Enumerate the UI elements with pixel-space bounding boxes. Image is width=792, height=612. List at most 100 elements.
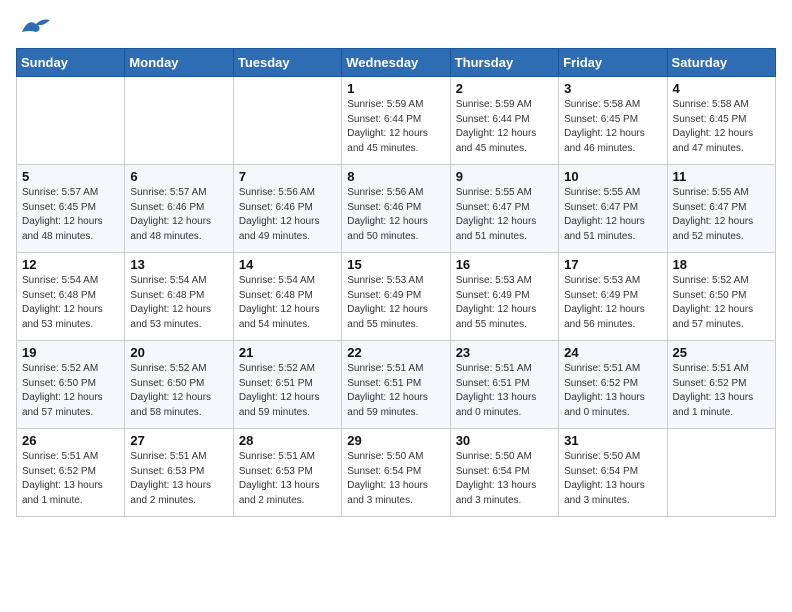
day-info: Sunrise: 5:52 AMSunset: 6:50 PMDaylight:… [22, 362, 119, 420]
calendar-cell: 29 Sunrise: 5:50 AMSunset: 6:54 PMDayligh… [342, 429, 450, 517]
day-number: 7 [239, 169, 336, 184]
day-number: 15 [347, 257, 444, 272]
day-info: Sunrise: 5:53 AMSunset: 6:49 PMDaylight:… [347, 274, 444, 332]
calendar-cell: 18 Sunrise: 5:52 AMSunset: 6:50 PMDayligh… [667, 253, 775, 341]
calendar-cell: 2 Sunrise: 5:59 AMSunset: 6:44 PMDaylight… [450, 77, 558, 165]
calendar-table: SundayMondayTuesdayWednesdayThursdayFrid… [16, 48, 776, 517]
day-info: Sunrise: 5:51 AMSunset: 6:51 PMDaylight:… [456, 362, 553, 420]
day-info: Sunrise: 5:54 AMSunset: 6:48 PMDaylight:… [22, 274, 119, 332]
calendar-cell [233, 77, 341, 165]
day-info: Sunrise: 5:55 AMSunset: 6:47 PMDaylight:… [564, 186, 661, 244]
calendar-cell [17, 77, 125, 165]
calendar-week-row: 26 Sunrise: 5:51 AMSunset: 6:52 PMDayligh… [17, 429, 776, 517]
day-number: 5 [22, 169, 119, 184]
calendar-cell: 14 Sunrise: 5:54 AMSunset: 6:48 PMDayligh… [233, 253, 341, 341]
day-number: 27 [130, 433, 227, 448]
calendar-cell: 27 Sunrise: 5:51 AMSunset: 6:53 PMDayligh… [125, 429, 233, 517]
day-number: 30 [456, 433, 553, 448]
calendar-cell: 1Sunrise: 5:59 AMSunset: 6:44 PMDaylight… [342, 77, 450, 165]
day-number: 4 [673, 81, 770, 96]
day-info: Sunrise: 5:59 AMSunset: 6:44 PMDaylight:… [456, 98, 553, 156]
calendar-cell: 11 Sunrise: 5:55 AMSunset: 6:47 PMDayligh… [667, 165, 775, 253]
day-number: 8 [347, 169, 444, 184]
calendar-cell: 25 Sunrise: 5:51 AMSunset: 6:52 PMDayligh… [667, 341, 775, 429]
calendar-week-row: 1Sunrise: 5:59 AMSunset: 6:44 PMDaylight… [17, 77, 776, 165]
day-info: Sunrise: 5:50 AMSunset: 6:54 PMDaylight:… [456, 450, 553, 508]
logo-bird-icon [20, 16, 52, 36]
day-number: 20 [130, 345, 227, 360]
day-number: 24 [564, 345, 661, 360]
day-number: 23 [456, 345, 553, 360]
day-info: Sunrise: 5:57 AMSunset: 6:45 PMDaylight:… [22, 186, 119, 244]
page-header [16, 16, 776, 36]
day-info: Sunrise: 5:55 AMSunset: 6:47 PMDaylight:… [673, 186, 770, 244]
calendar-cell: 21Sunrise: 5:52 AMSunset: 6:51 PMDayligh… [233, 341, 341, 429]
day-number: 31 [564, 433, 661, 448]
day-number: 11 [673, 169, 770, 184]
calendar-cell: 13Sunrise: 5:54 AMSunset: 6:48 PMDayligh… [125, 253, 233, 341]
day-number: 29 [347, 433, 444, 448]
day-number: 10 [564, 169, 661, 184]
calendar-day-header: Friday [559, 49, 667, 77]
day-number: 26 [22, 433, 119, 448]
calendar-week-row: 12 Sunrise: 5:54 AMSunset: 6:48 PMDayligh… [17, 253, 776, 341]
calendar-cell: 23 Sunrise: 5:51 AMSunset: 6:51 PMDayligh… [450, 341, 558, 429]
day-info: Sunrise: 5:53 AMSunset: 6:49 PMDaylight:… [456, 274, 553, 332]
day-info: Sunrise: 5:51 AMSunset: 6:52 PMDaylight:… [673, 362, 770, 420]
day-number: 18 [673, 257, 770, 272]
calendar-day-header: Tuesday [233, 49, 341, 77]
calendar-cell: 7 Sunrise: 5:56 AMSunset: 6:46 PMDaylight… [233, 165, 341, 253]
calendar-cell: 10 Sunrise: 5:55 AMSunset: 6:47 PMDayligh… [559, 165, 667, 253]
calendar-day-header: Saturday [667, 49, 775, 77]
day-info: Sunrise: 5:58 AMSunset: 6:45 PMDaylight:… [564, 98, 661, 156]
day-info: Sunrise: 5:52 AMSunset: 6:50 PMDaylight:… [130, 362, 227, 420]
calendar-cell: 30 Sunrise: 5:50 AMSunset: 6:54 PMDayligh… [450, 429, 558, 517]
day-info: Sunrise: 5:51 AMSunset: 6:53 PMDaylight:… [130, 450, 227, 508]
calendar-cell: 15 Sunrise: 5:53 AMSunset: 6:49 PMDayligh… [342, 253, 450, 341]
calendar-cell: 24 Sunrise: 5:51 AMSunset: 6:52 PMDayligh… [559, 341, 667, 429]
day-info: Sunrise: 5:54 AMSunset: 6:48 PMDaylight:… [239, 274, 336, 332]
calendar-day-header: Monday [125, 49, 233, 77]
calendar-cell: 12 Sunrise: 5:54 AMSunset: 6:48 PMDayligh… [17, 253, 125, 341]
day-info: Sunrise: 5:52 AMSunset: 6:50 PMDaylight:… [673, 274, 770, 332]
day-number: 25 [673, 345, 770, 360]
calendar-cell: 26 Sunrise: 5:51 AMSunset: 6:52 PMDayligh… [17, 429, 125, 517]
calendar-cell: 9 Sunrise: 5:55 AMSunset: 6:47 PMDaylight… [450, 165, 558, 253]
calendar-cell: 16 Sunrise: 5:53 AMSunset: 6:49 PMDayligh… [450, 253, 558, 341]
calendar-cell: 4 Sunrise: 5:58 AMSunset: 6:45 PMDaylight… [667, 77, 775, 165]
calendar-cell: 20 Sunrise: 5:52 AMSunset: 6:50 PMDayligh… [125, 341, 233, 429]
day-info: Sunrise: 5:55 AMSunset: 6:47 PMDaylight:… [456, 186, 553, 244]
day-info: Sunrise: 5:56 AMSunset: 6:46 PMDaylight:… [239, 186, 336, 244]
calendar-day-header: Sunday [17, 49, 125, 77]
calendar-cell: 22Sunrise: 5:51 AMSunset: 6:51 PMDayligh… [342, 341, 450, 429]
day-number: 28 [239, 433, 336, 448]
calendar-header-row: SundayMondayTuesdayWednesdayThursdayFrid… [17, 49, 776, 77]
calendar-cell: 31 Sunrise: 5:50 AMSunset: 6:54 PMDayligh… [559, 429, 667, 517]
calendar-week-row: 5 Sunrise: 5:57 AMSunset: 6:45 PMDaylight… [17, 165, 776, 253]
logo [16, 16, 52, 36]
calendar-day-header: Thursday [450, 49, 558, 77]
day-info: Sunrise: 5:53 AMSunset: 6:49 PMDaylight:… [564, 274, 661, 332]
day-number: 9 [456, 169, 553, 184]
day-info: Sunrise: 5:50 AMSunset: 6:54 PMDaylight:… [347, 450, 444, 508]
day-info: Sunrise: 5:56 AMSunset: 6:46 PMDaylight:… [347, 186, 444, 244]
calendar-cell [125, 77, 233, 165]
day-info: Sunrise: 5:51 AMSunset: 6:52 PMDaylight:… [22, 450, 119, 508]
day-number: 19 [22, 345, 119, 360]
day-number: 21 [239, 345, 336, 360]
calendar-cell: 8 Sunrise: 5:56 AMSunset: 6:46 PMDaylight… [342, 165, 450, 253]
calendar-cell: 3Sunrise: 5:58 AMSunset: 6:45 PMDaylight… [559, 77, 667, 165]
day-number: 2 [456, 81, 553, 96]
day-info: Sunrise: 5:50 AMSunset: 6:54 PMDaylight:… [564, 450, 661, 508]
day-info: Sunrise: 5:51 AMSunset: 6:52 PMDaylight:… [564, 362, 661, 420]
day-number: 13 [130, 257, 227, 272]
calendar-cell: 19 Sunrise: 5:52 AMSunset: 6:50 PMDayligh… [17, 341, 125, 429]
day-info: Sunrise: 5:51 AMSunset: 6:53 PMDaylight:… [239, 450, 336, 508]
day-info: Sunrise: 5:59 AMSunset: 6:44 PMDaylight:… [347, 98, 444, 156]
day-number: 14 [239, 257, 336, 272]
calendar-day-header: Wednesday [342, 49, 450, 77]
day-info: Sunrise: 5:58 AMSunset: 6:45 PMDaylight:… [673, 98, 770, 156]
day-number: 16 [456, 257, 553, 272]
day-number: 12 [22, 257, 119, 272]
day-info: Sunrise: 5:51 AMSunset: 6:51 PMDaylight:… [347, 362, 444, 420]
